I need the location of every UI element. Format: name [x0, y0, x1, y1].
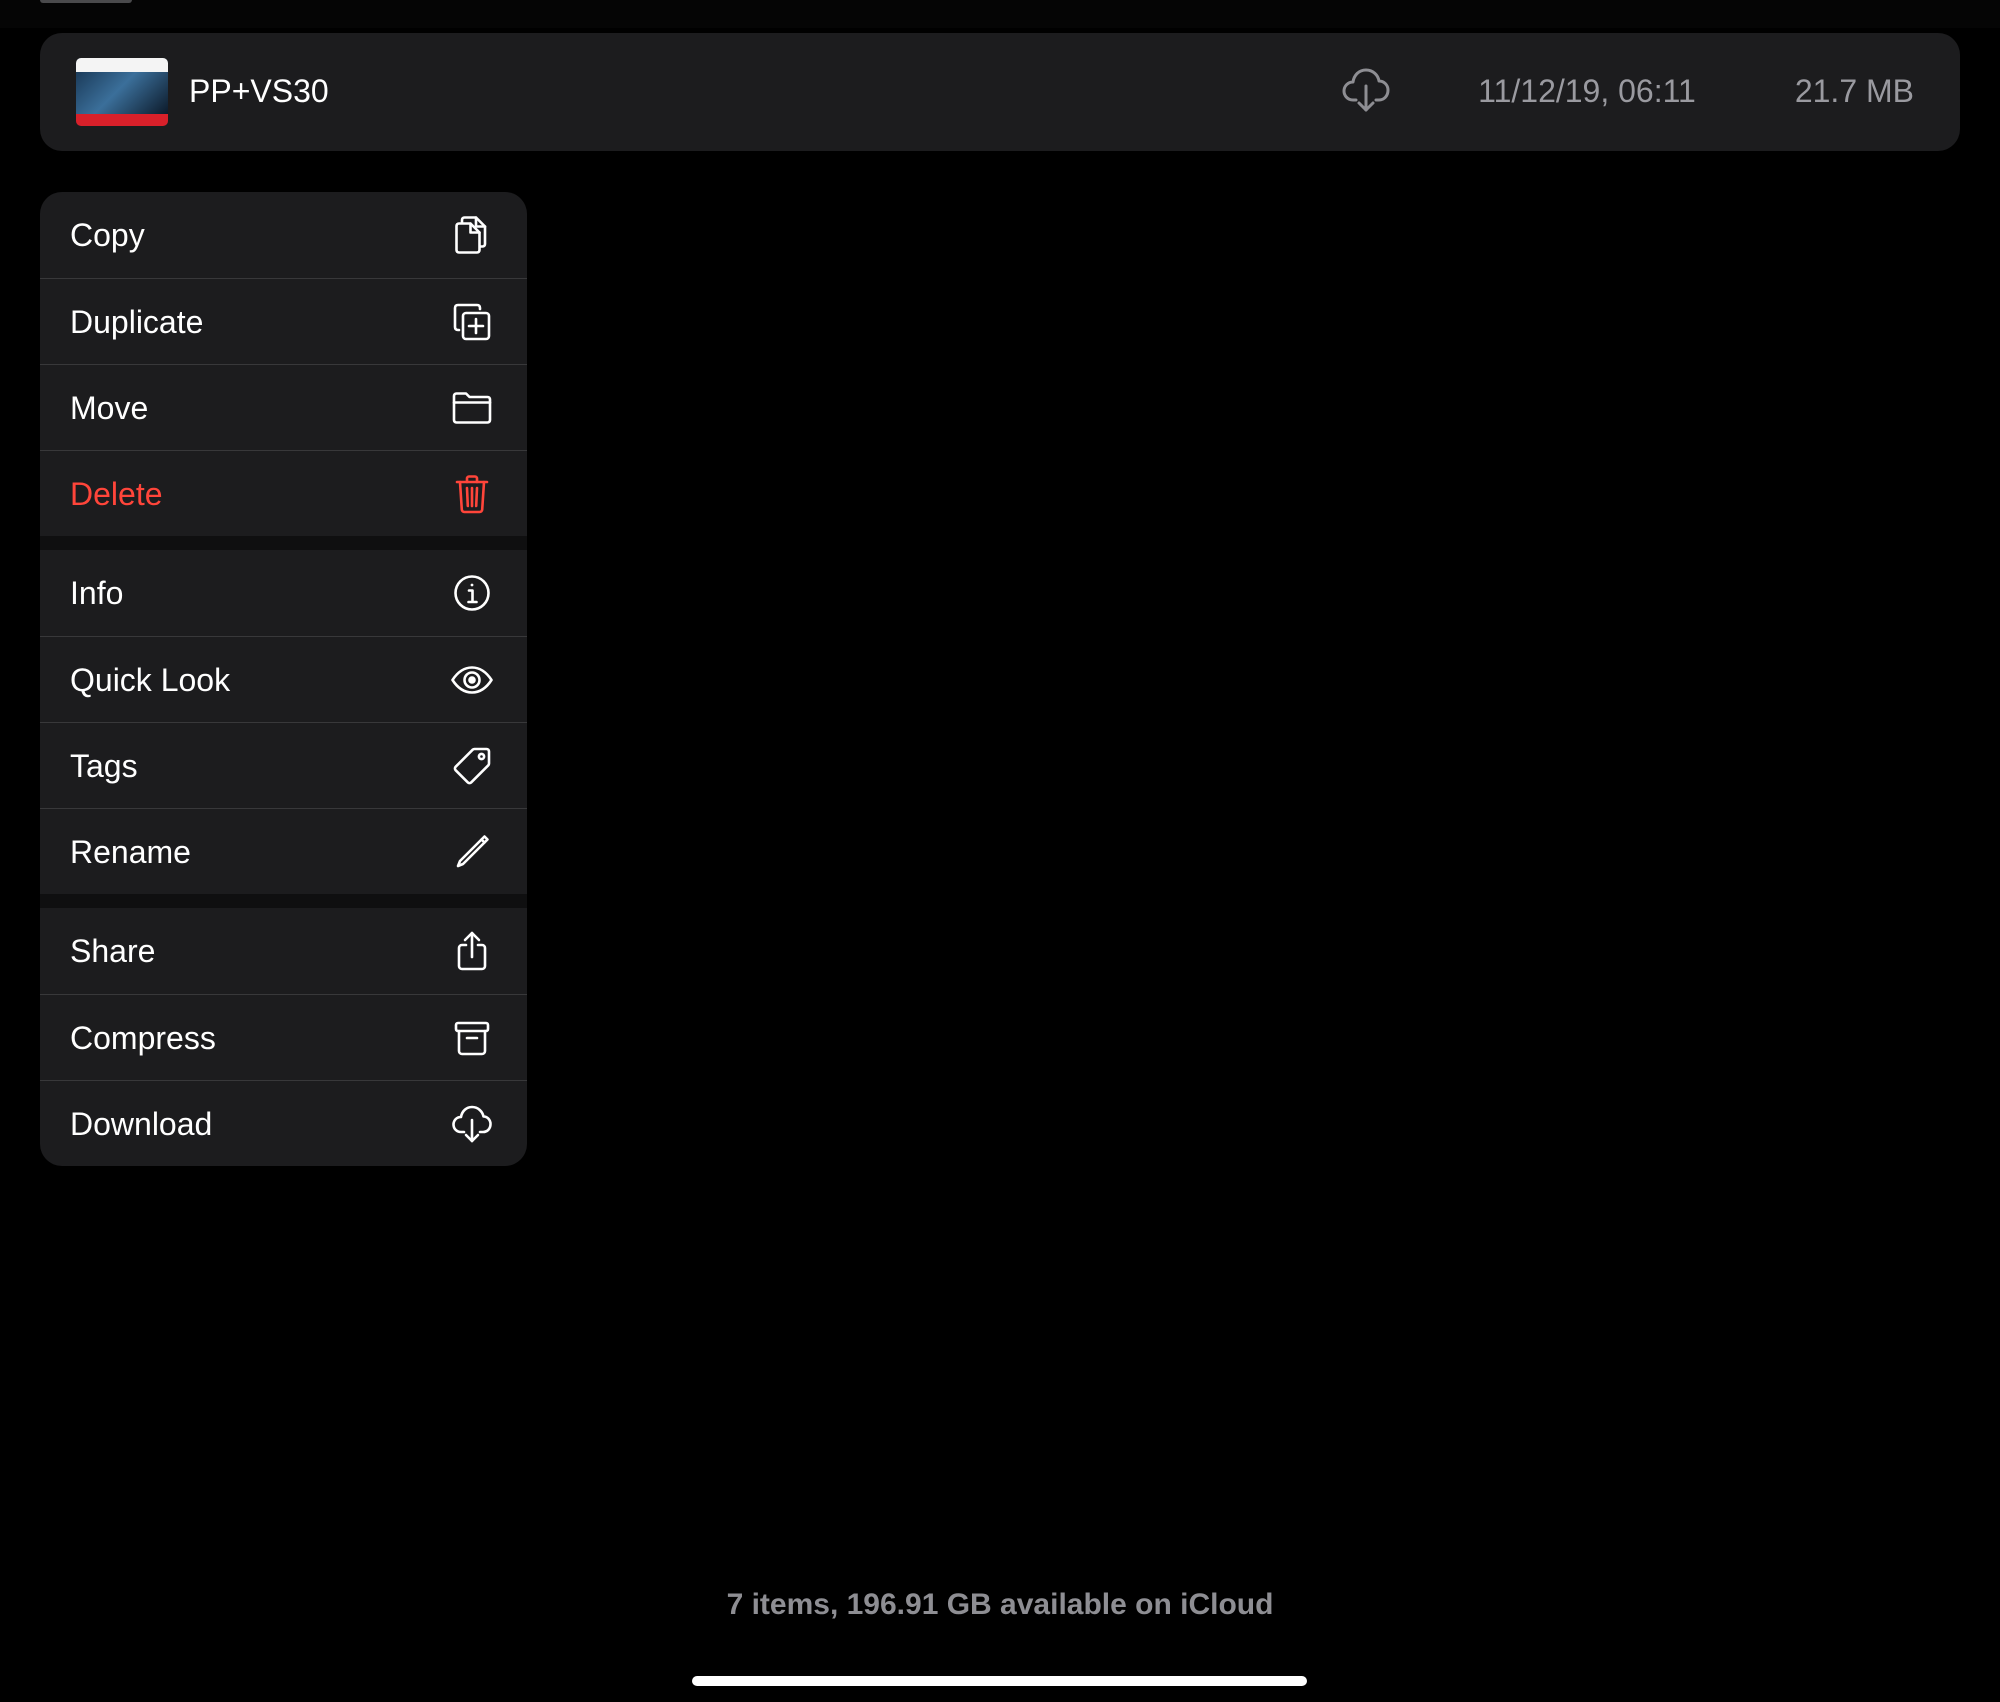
folder-icon [451, 387, 493, 429]
menu-item-share[interactable]: Share [40, 908, 527, 994]
menu-item-label: Quick Look [70, 662, 231, 698]
info-icon [451, 572, 493, 614]
top-strip [0, 0, 2000, 28]
menu-item-delete[interactable]: Delete [40, 450, 527, 536]
top-tab-indicator [40, 0, 132, 3]
menu-item-copy[interactable]: Copy [40, 192, 527, 278]
menu-group-export: Share Compress Download [40, 894, 527, 1166]
menu-item-label: Delete [70, 476, 163, 512]
menu-item-label: Compress [70, 1020, 216, 1056]
menu-item-move[interactable]: Move [40, 364, 527, 450]
menu-item-label: Share [70, 933, 156, 969]
cloud-download-icon [451, 1103, 493, 1145]
pencil-icon [451, 831, 493, 873]
copy-icon [451, 214, 493, 256]
menu-item-label: Info [70, 575, 124, 611]
menu-item-tags[interactable]: Tags [40, 722, 527, 808]
file-date: 11/12/19, 06:11 [1478, 73, 1696, 109]
menu-item-rename[interactable]: Rename [40, 808, 527, 894]
file-thumbnail [76, 58, 168, 126]
file-size: 21.7 MB [1794, 73, 1914, 109]
archive-icon [451, 1017, 493, 1059]
menu-item-download[interactable]: Download [40, 1080, 527, 1166]
context-menu: Copy Duplicate Move Delete Info Quick Lo… [40, 192, 527, 1166]
menu-item-quick-look[interactable]: Quick Look [40, 636, 527, 722]
menu-item-label: Copy [70, 217, 145, 253]
tag-icon [451, 745, 493, 787]
trash-icon [451, 473, 493, 515]
file-row[interactable]: PP+VS30 11/12/19, 06:11 21.7 MB [40, 33, 1960, 151]
menu-item-label: Tags [70, 748, 138, 784]
share-icon [451, 930, 493, 972]
file-name: PP+VS30 [189, 73, 329, 109]
storage-status: 7 items, 196.91 GB available on iCloud [726, 1588, 1274, 1621]
eye-icon [451, 659, 493, 701]
menu-item-duplicate[interactable]: Duplicate [40, 278, 527, 364]
menu-group-edit: Copy Duplicate Move Delete [40, 192, 527, 536]
cloud-download-icon[interactable] [1342, 67, 1390, 113]
menu-item-label: Move [70, 390, 149, 426]
menu-item-label: Rename [70, 834, 191, 870]
menu-item-info[interactable]: Info [40, 550, 527, 636]
menu-group-details: Info Quick Look Tags Rename [40, 536, 527, 894]
home-indicator[interactable] [692, 1676, 1307, 1686]
duplicate-icon [451, 301, 493, 343]
menu-item-label: Duplicate [70, 304, 204, 340]
menu-item-label: Download [70, 1106, 213, 1142]
menu-item-compress[interactable]: Compress [40, 994, 527, 1080]
